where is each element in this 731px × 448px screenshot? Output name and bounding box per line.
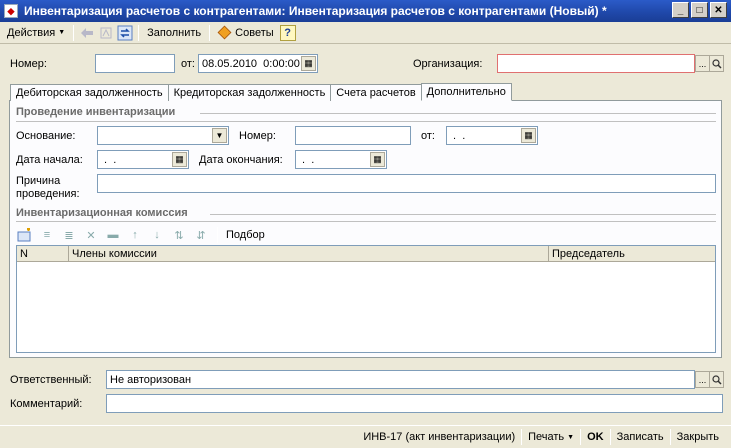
tips-icon (217, 25, 232, 40)
reason-field[interactable] (97, 174, 716, 193)
tips-label: Советы (235, 26, 274, 39)
inventory-number-field[interactable] (295, 126, 411, 145)
responsible-field[interactable]: Не авторизован (106, 370, 695, 389)
tips-button[interactable]: Советы (215, 23, 276, 42)
dropdown-arrow-icon: ▼ (58, 29, 66, 36)
pick-button[interactable]: Подбор (226, 229, 265, 241)
toolbar-separator (138, 24, 140, 41)
delete-row-icon[interactable]: ✕ (83, 227, 99, 243)
section-divider (16, 221, 716, 222)
end-date-label: Дата окончания: (199, 154, 283, 166)
calendar-icon[interactable]: ▦ (172, 152, 187, 167)
inventory-number-label: Номер: (239, 130, 276, 142)
actions-menu-button[interactable]: Действия ▼ (4, 23, 68, 42)
tab-receivables[interactable]: Дебиторская задолженность (10, 84, 169, 101)
tab-payables[interactable]: Кредиторская задолженность (167, 84, 332, 101)
comment-label: Комментарий: (10, 398, 83, 410)
end-date-field[interactable]: . . ▦ (295, 150, 387, 169)
commission-table[interactable]: N Члены комиссии Председатель (16, 245, 716, 353)
inventory-from-date-field[interactable]: . . ▦ (446, 126, 538, 145)
end-edit-icon[interactable]: ▬ (105, 227, 121, 243)
tab-additional[interactable]: Дополнительно (420, 83, 512, 101)
print-button[interactable]: Печать ▼ (522, 427, 580, 447)
column-header-members[interactable]: Члены комиссии (69, 246, 549, 261)
column-header-chairman[interactable]: Председатель (549, 246, 715, 261)
commission-section-title: Инвентаризационная комиссия (16, 207, 188, 219)
bottom-button-bar: ИНВ-17 (акт инвентаризации) Печать ▼ OK … (0, 425, 731, 448)
comment-field[interactable] (106, 394, 723, 413)
minimize-button[interactable]: _ (672, 2, 689, 18)
section-divider (210, 214, 716, 215)
number-label: Номер: (10, 58, 47, 70)
calendar-icon[interactable]: ▦ (301, 56, 316, 71)
help-icon[interactable]: ? (279, 24, 296, 41)
tabs-strip: Дебиторская задолженность Кредиторская з… (10, 83, 512, 101)
calendar-icon[interactable]: ▦ (370, 152, 385, 167)
app-icon: ◆ (4, 4, 18, 18)
save-button[interactable]: Записать (611, 427, 670, 447)
toolbar-separator (217, 227, 218, 243)
copy-row-icon[interactable]: ≣ (61, 227, 77, 243)
inventory-from-label: от: (421, 130, 435, 142)
tab-accounts[interactable]: Счета расчетов (330, 84, 422, 101)
main-toolbar: Действия ▼ Заполнить Советы ? (0, 22, 731, 44)
toolbar-separator (209, 24, 211, 41)
dropdown-arrow-icon: ▼ (567, 433, 575, 441)
inventory-section-title: Проведение инвентаризации (16, 106, 176, 118)
number-field[interactable] (95, 54, 175, 73)
sort-ascending-icon[interactable]: ⇅ (171, 227, 187, 243)
add-group-icon[interactable]: ≡ (39, 227, 55, 243)
back-arrow-icon[interactable] (79, 25, 95, 41)
responsible-label: Ответственный: (10, 374, 92, 386)
close-window-button[interactable]: ✕ (710, 2, 727, 18)
chevron-down-icon[interactable]: ▼ (212, 128, 227, 143)
organization-label: Организация: (413, 58, 483, 70)
select-ellipsis-button[interactable]: ... (695, 371, 710, 388)
actions-label: Действия (7, 26, 56, 39)
ok-button[interactable]: OK (581, 427, 610, 447)
basis-select[interactable]: ▼ (97, 126, 229, 145)
toolbar-separator (73, 24, 75, 41)
reason-label-line1: Причина (16, 175, 61, 187)
window-titlebar[interactable]: ◆ Инвентаризация расчетов с контрагентам… (0, 0, 731, 22)
section-divider (200, 113, 716, 114)
search-icon[interactable] (709, 371, 724, 388)
reason-label-line2: проведения: (16, 188, 80, 200)
section-divider (16, 121, 716, 122)
basis-label: Основание: (16, 130, 76, 142)
move-up-icon[interactable]: ↑ (127, 227, 143, 243)
select-ellipsis-button[interactable]: ... (695, 55, 710, 72)
search-icon[interactable] (709, 55, 724, 72)
start-date-label: Дата начала: (16, 154, 83, 166)
structure-icon[interactable] (98, 25, 114, 41)
maximize-button[interactable]: □ (691, 2, 708, 18)
window-title: Инвентаризация расчетов с контрагентами:… (24, 4, 607, 18)
fill-button[interactable]: Заполнить (144, 23, 204, 42)
sort-descending-icon[interactable]: ⇵ (193, 227, 209, 243)
column-header-n[interactable]: N (17, 246, 69, 261)
commission-toolbar: ≡ ≣ ✕ ▬ ↑ ↓ ⇅ ⇵ Подбор (17, 226, 265, 244)
organization-field[interactable] (497, 54, 695, 73)
date-value: 08.05.2010 0:00:00 (202, 57, 300, 70)
date-from-label: от: (181, 58, 195, 70)
calendar-icon[interactable]: ▦ (521, 128, 536, 143)
close-button[interactable]: Закрыть (671, 427, 725, 447)
date-field[interactable]: 08.05.2010 0:00:00 ▦ (198, 54, 318, 73)
table-header: N Члены комиссии Председатель (17, 246, 715, 262)
exchange-icon[interactable] (117, 25, 133, 41)
move-down-icon[interactable]: ↓ (149, 227, 165, 243)
report-button[interactable]: ИНВ-17 (акт инвентаризации) (357, 427, 521, 447)
add-row-icon[interactable] (17, 227, 33, 243)
start-date-field[interactable]: . . ▦ (97, 150, 189, 169)
